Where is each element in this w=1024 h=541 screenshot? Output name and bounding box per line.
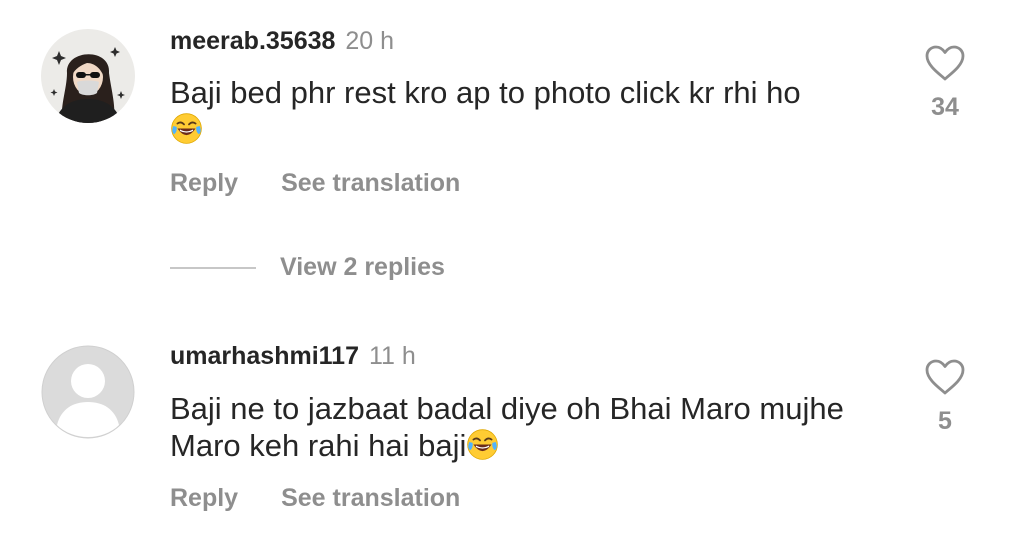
like-control: 34	[922, 44, 968, 122]
comment-text-content: Baji bed phr rest kro ap to photo click …	[170, 75, 801, 110]
reply-button[interactable]: Reply	[170, 484, 238, 512]
username[interactable]: umarhashmi117	[170, 342, 359, 370]
face-with-tears-of-joy-icon	[170, 112, 203, 145]
avatar[interactable]	[41, 29, 135, 123]
heart-outline-icon[interactable]	[924, 358, 966, 396]
comment-item: umarhashmi117 11 h Baji ne to jazbaat bad…	[0, 300, 1024, 541]
like-control: 5	[922, 358, 968, 436]
timestamp[interactable]: 20 h	[345, 27, 394, 55]
avatar-image	[41, 29, 135, 123]
see-translation-button[interactable]: See translation	[281, 484, 460, 512]
view-replies[interactable]: View 2 replies	[170, 253, 445, 285]
comment-meta: umarhashmi117 11 h	[170, 341, 416, 371]
comment-meta: meerab.35638 20 h	[170, 26, 394, 56]
comment-text: Baji bed phr rest kro ap to photo click …	[170, 74, 890, 148]
reply-button[interactable]: Reply	[170, 169, 238, 197]
comment-actions: Reply See translation	[170, 483, 460, 513]
see-translation-button[interactable]: See translation	[281, 169, 460, 197]
like-count: 34	[931, 93, 959, 121]
comment-text-content: Baji ne to jazbaat badal diye oh Bhai Ma…	[170, 391, 844, 463]
timestamp[interactable]: 11 h	[369, 342, 416, 370]
comment-text: Baji ne to jazbaat badal diye oh Bhai Ma…	[170, 390, 890, 464]
like-count: 5	[938, 407, 952, 435]
face-with-tears-of-joy-icon	[466, 428, 499, 461]
comment-actions: Reply See translation	[170, 168, 460, 198]
default-user-silhouette-icon	[41, 345, 135, 439]
view-replies-label[interactable]: View 2 replies	[280, 253, 445, 281]
comment-item: meerab.35638 20 h Baji bed phr rest kro a…	[0, 0, 1024, 300]
avatar[interactable]	[41, 345, 135, 439]
view-replies-divider	[170, 266, 256, 269]
username[interactable]: meerab.35638	[170, 27, 335, 55]
heart-outline-icon[interactable]	[924, 44, 966, 82]
